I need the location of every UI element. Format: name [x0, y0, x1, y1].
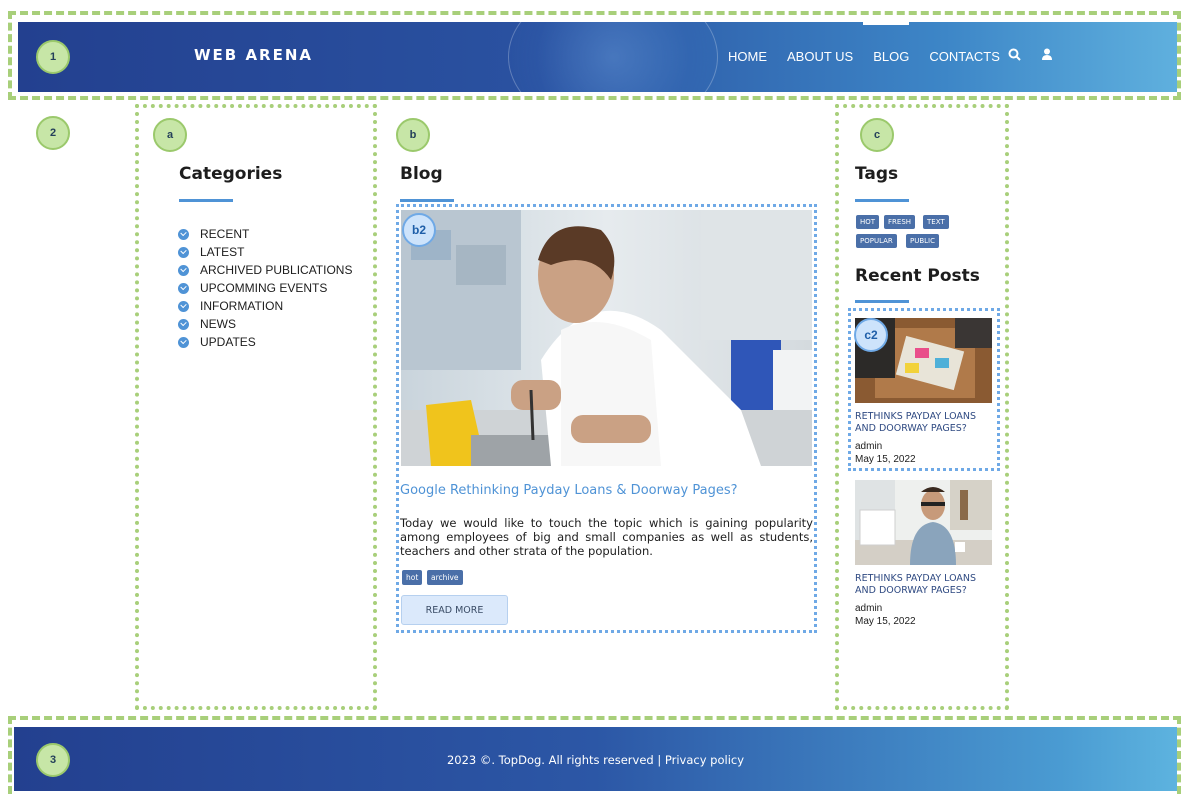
category-item-information[interactable]: INFORMATION	[178, 297, 352, 315]
nav-about-us[interactable]: ABOUT US	[787, 49, 853, 64]
tags-title-underline	[855, 199, 909, 202]
tag-public[interactable]: PUBLIC	[906, 234, 939, 248]
tag-popular[interactable]: POPULAR	[856, 234, 897, 248]
blog-post-title[interactable]: Google Rethinking Payday Loans & Doorway…	[400, 483, 738, 498]
recent-posts-title-underline	[855, 300, 909, 303]
site-footer: 2023 ©. TopDog. All rights reserved | Pr…	[14, 727, 1177, 791]
active-nav-indicator	[863, 22, 909, 25]
annotation-badge: b2	[402, 213, 436, 247]
category-item-recent[interactable]: RECENT	[178, 225, 352, 243]
check-circle-icon	[178, 300, 189, 312]
annotation-badge: 2	[36, 116, 70, 150]
blog-post-excerpt: Today we would like to touch the topic w…	[400, 516, 813, 558]
recent-post-date: May 15, 2022	[855, 616, 916, 627]
category-item-latest[interactable]: LATEST	[178, 243, 352, 261]
check-circle-icon	[178, 264, 189, 276]
recent-posts-title: Recent Posts	[855, 266, 980, 286]
tag-text[interactable]: TEXT	[923, 215, 949, 229]
post-tag-archive[interactable]: archive	[427, 570, 463, 585]
nav-blog[interactable]: BLOG	[873, 49, 909, 64]
read-more-button[interactable]: READ MORE	[401, 595, 508, 625]
tag-fresh[interactable]: FRESH	[884, 215, 916, 229]
site-logo[interactable]: WEB ARENA	[194, 46, 313, 64]
nav-home[interactable]: HOME	[728, 49, 767, 64]
footer-copyright: 2023 ©. TopDog. All rights reserved | Pr…	[446, 753, 745, 767]
check-circle-icon	[178, 336, 189, 348]
category-item-news[interactable]: NEWS	[178, 315, 352, 333]
categories-title: Categories	[179, 164, 283, 184]
categories-list: RECENT LATEST ARCHIVED PUBLICATIONS UPCO…	[178, 225, 352, 351]
check-circle-icon	[178, 318, 189, 330]
tag-hot[interactable]: HOT	[856, 215, 880, 229]
recent-post-title[interactable]: RETHINKS PAYDAY LOANS AND DOORWAY PAGES?	[855, 573, 995, 597]
nav-contacts[interactable]: CONTACTS	[929, 49, 1000, 64]
check-circle-icon	[178, 282, 189, 294]
post-tag-hot[interactable]: hot	[402, 570, 423, 585]
check-circle-icon	[178, 246, 189, 258]
header-decoration	[508, 22, 718, 92]
recent-post-author: admin	[855, 603, 883, 614]
user-icon[interactable]	[1041, 48, 1053, 66]
blog-post-image[interactable]	[401, 210, 812, 466]
main-nav: HOME ABOUT US BLOG CONTACTS	[728, 49, 1000, 64]
search-icon[interactable]	[1008, 48, 1021, 66]
check-circle-icon	[178, 228, 189, 240]
recent-post-date: May 15, 2022	[855, 454, 916, 465]
recent-post-author: admin	[855, 441, 883, 452]
recent-post-title[interactable]: RETHINKS PAYDAY LOANS AND DOORWAY PAGES?	[855, 411, 995, 435]
annotation-badge: a	[153, 118, 187, 152]
annotation-badge: c	[860, 118, 894, 152]
categories-title-underline	[179, 199, 233, 202]
annotation-badge: c2	[854, 318, 888, 352]
annotation-badge: 1	[36, 40, 70, 74]
category-item-archived[interactable]: ARCHIVED PUBLICATIONS	[178, 261, 352, 279]
logo-text: WEB ARENA	[194, 46, 314, 64]
categories-region-outline	[135, 104, 377, 710]
recent-post-image[interactable]	[855, 480, 992, 565]
blog-title: Blog	[400, 164, 443, 184]
category-item-events[interactable]: UPCOMMING EVENTS	[178, 279, 352, 297]
site-header: WEB ARENA HOME ABOUT US BLOG CONTACTS	[18, 22, 1177, 92]
annotation-badge: b	[396, 118, 430, 152]
tags-title: Tags	[855, 164, 899, 184]
blog-title-underline	[400, 199, 454, 202]
category-item-updates[interactable]: UPDATES	[178, 333, 352, 351]
annotation-badge: 3	[36, 743, 70, 777]
